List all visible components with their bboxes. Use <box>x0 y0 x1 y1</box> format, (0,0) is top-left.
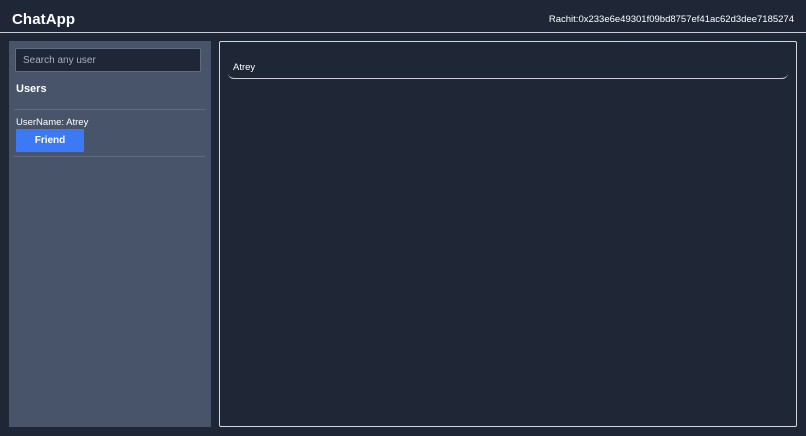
app-title: ChatApp <box>12 11 76 28</box>
chat-user-name: Atrey <box>233 62 256 73</box>
users-section-title: Users <box>16 83 47 95</box>
search-users-input[interactable] <box>15 48 201 72</box>
users-divider-top <box>14 109 205 110</box>
chat-header: Atrey <box>228 55 788 79</box>
friend-button[interactable]: Friend <box>16 129 84 152</box>
user-name-label: UserName: Atrey <box>16 117 89 128</box>
users-divider-bottom <box>14 156 205 157</box>
app-header: ChatApp Rachit:0x233e6e49301f09bd8757ef4… <box>0 0 806 33</box>
chat-panel: Atrey <box>219 41 797 427</box>
user-list-item: UserName: Atrey Friend <box>16 116 201 152</box>
users-sidebar: Users UserName: Atrey Friend <box>9 41 211 427</box>
account-address: Rachit:0x233e6e49301f09bd8757ef41ac62d3d… <box>548 14 794 25</box>
